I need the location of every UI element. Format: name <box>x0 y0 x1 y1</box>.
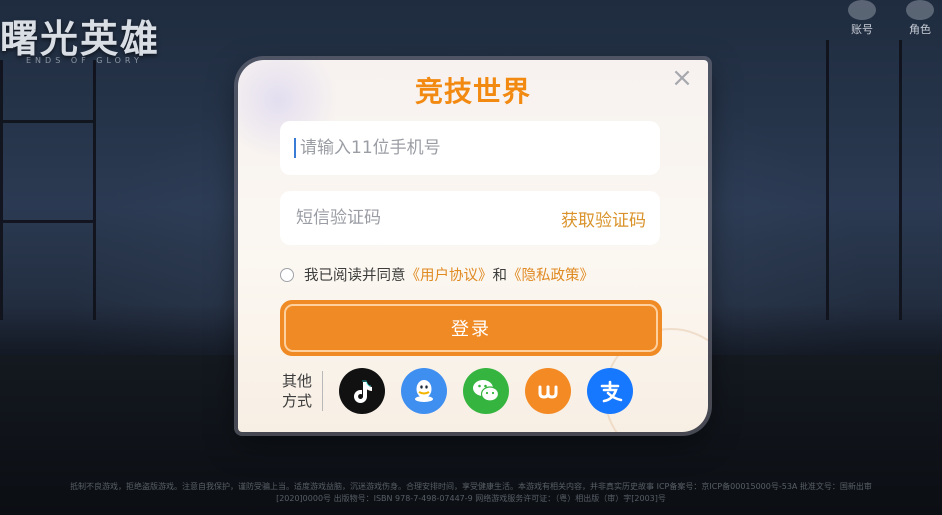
background-scaffold-right <box>826 40 902 320</box>
weibo-icon[interactable] <box>525 368 571 414</box>
game-logo-subtitle: ENDS OF GLORY <box>26 56 143 65</box>
dialog-title: 竞技世界 <box>414 75 531 108</box>
qq-icon[interactable] <box>401 368 447 414</box>
alipay-icon[interactable] <box>587 368 633 414</box>
agreement-row: 我已阅读并同意 《用户协议》 和 《隐私政策》 <box>280 264 594 285</box>
role-button[interactable]: 角色 <box>900 0 940 36</box>
code-field: 获取验证码 <box>280 191 660 245</box>
agreement-prefix: 我已阅读并同意 <box>304 268 406 284</box>
account-icon <box>848 0 876 20</box>
phone-input[interactable] <box>298 137 646 159</box>
get-code-button[interactable]: 获取验证码 <box>561 206 646 231</box>
phone-field <box>280 121 660 175</box>
role-label: 角色 <box>909 23 931 36</box>
footer-notice: 抵制不良游戏，拒绝盗版游戏。注意自我保护，谨防受骗上当。适度游戏益脑，沉迷游戏伤… <box>70 482 872 503</box>
close-icon[interactable]: × <box>670 65 694 91</box>
game-logo: 曙光英雄 <box>0 17 161 61</box>
agreement-and: 和 <box>492 268 508 284</box>
role-icon <box>906 0 934 20</box>
login-dialog: 竞技世界 × 获取验证码 我已阅读并同意 《用户协议》 和 《隐私政策》 登录 … <box>238 60 708 432</box>
agreement-checkbox[interactable] <box>280 267 294 282</box>
tiktok-icon[interactable] <box>339 368 385 414</box>
other-login-methods: 其他方式 <box>278 368 649 414</box>
account-label: 账号 <box>851 23 873 36</box>
text-caret <box>294 138 296 158</box>
login-button[interactable]: 登录 <box>280 300 662 356</box>
privacy-policy-link[interactable]: 《隐私政策》 <box>507 264 594 285</box>
wechat-icon[interactable] <box>463 368 509 414</box>
login-button-label: 登录 <box>284 304 658 352</box>
background-scaffold-left <box>0 60 96 320</box>
other-methods-label: 其他方式 <box>278 371 323 411</box>
sms-code-input[interactable] <box>294 207 561 229</box>
user-agreement-link[interactable]: 《用户协议》 <box>406 264 493 285</box>
account-button[interactable]: 账号 <box>842 0 882 36</box>
